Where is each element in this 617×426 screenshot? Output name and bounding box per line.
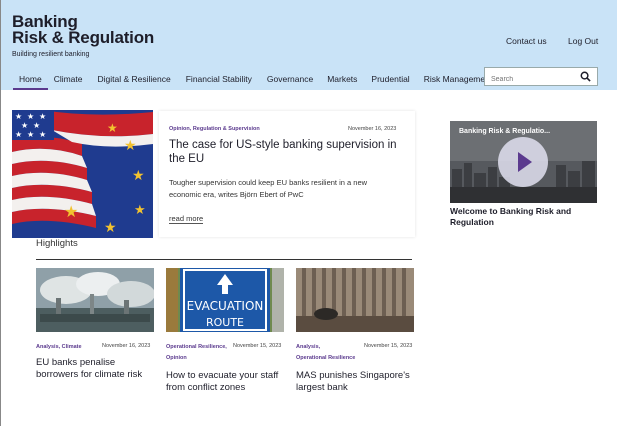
highlight-card-title[interactable]: EU banks penalise borrowers for climate … [36, 357, 160, 381]
nav-item-markets[interactable]: Markets [319, 70, 363, 90]
nav-item-financial-stability[interactable]: Financial Stability [177, 70, 258, 90]
site-header: Banking Risk & Regulation Building resil… [0, 0, 617, 90]
nav-item-digital-resilience[interactable]: Digital & Resilience [89, 70, 177, 90]
highlight-card-image[interactable] [36, 268, 154, 332]
svg-text:★: ★ [33, 121, 40, 130]
log-out-link[interactable]: Log Out [568, 36, 598, 46]
highlight-card[interactable]: EVACUATION ROUTE [166, 268, 284, 332]
industrial-smokestacks-image [36, 268, 154, 332]
highlight-card-category-2[interactable]: Operational Resilience [296, 355, 355, 361]
highlight-card-title[interactable]: MAS punishes Singapore's largest bank [296, 370, 420, 394]
highlight-card-image[interactable]: EVACUATION ROUTE [166, 268, 284, 332]
evacuation-route-sign-image: EVACUATION ROUTE [166, 268, 284, 332]
nav-item-governance[interactable]: Governance [258, 70, 319, 90]
read-more-link[interactable]: read more [169, 214, 204, 224]
svg-text:★: ★ [132, 168, 145, 184]
svg-text:ROUTE: ROUTE [206, 316, 244, 329]
svg-text:★: ★ [27, 130, 34, 139]
featured-article-title[interactable]: The case for US-style banking supervisio… [169, 138, 399, 166]
highlight-card-image[interactable] [296, 268, 414, 332]
highlight-card-date: November 16, 2023 [102, 343, 151, 349]
svg-text:★: ★ [64, 202, 78, 221]
svg-text:★: ★ [134, 203, 146, 218]
highlight-card-date: November 15, 2023 [364, 343, 413, 349]
page-left-border [0, 90, 1, 426]
svg-text:EVACUATION: EVACUATION [187, 299, 264, 313]
svg-text:★: ★ [107, 121, 118, 135]
contact-us-link[interactable]: Contact us [506, 36, 547, 46]
highlight-card-category[interactable]: Analysis, [296, 344, 320, 350]
us-eu-flags-image: ★ ★ ★ ★ ★ ★ ★ ★ ★ ★ ★ ★ ★ ★ [12, 110, 153, 238]
video-caption[interactable]: Welcome to Banking Risk and Regulation [450, 206, 600, 228]
main-nav: Home Climate Digital & Resilience Financ… [13, 70, 498, 90]
highlight-card[interactable] [296, 268, 414, 332]
featured-article-category[interactable]: Opinion, Regulation & Supervision [169, 126, 260, 132]
logo-line-2: Risk & Regulation [12, 28, 155, 47]
highlights-heading: Highlights [36, 238, 78, 249]
highlight-card-category[interactable]: Operational Resilience, [166, 344, 227, 350]
site-logo[interactable]: Banking Risk & Regulation [12, 13, 155, 47]
svg-text:★: ★ [27, 112, 34, 121]
highlight-card-title[interactable]: How to evacuate your staff from conflict… [166, 370, 290, 394]
highlights-divider [36, 259, 412, 260]
highlight-card[interactable] [36, 268, 154, 332]
svg-text:★: ★ [104, 220, 117, 236]
svg-text:★: ★ [39, 112, 46, 121]
nav-item-prudential[interactable]: Prudential [363, 70, 415, 90]
featured-article-description: Tougher supervision could keep EU banks … [169, 178, 368, 199]
search-icon[interactable] [580, 71, 591, 82]
play-icon[interactable] [498, 137, 548, 187]
video-overlay-title: Banking Risk & Regulatio... [459, 128, 551, 135]
svg-text:★: ★ [15, 130, 22, 139]
mas-building-image [296, 268, 414, 332]
highlight-card-category-2[interactable]: Opinion [166, 355, 187, 361]
svg-text:★: ★ [15, 112, 22, 121]
search-box [484, 67, 598, 88]
svg-text:★: ★ [124, 138, 137, 154]
featured-article-card: Opinion, Regulation & Supervision Novemb… [159, 111, 415, 237]
featured-article-image[interactable]: ★ ★ ★ ★ ★ ★ ★ ★ ★ ★ ★ ★ ★ ★ [12, 110, 153, 238]
svg-text:★: ★ [39, 130, 46, 139]
featured-article-date: November 16, 2023 [348, 126, 397, 132]
site-tagline: Building resilient banking [12, 51, 90, 58]
search-input[interactable] [485, 71, 575, 88]
nav-item-home[interactable]: Home [13, 70, 48, 90]
svg-text:★: ★ [21, 121, 28, 130]
nav-item-climate[interactable]: Climate [48, 70, 89, 90]
highlight-card-date: November 15, 2023 [233, 343, 282, 349]
highlight-card-category[interactable]: Analysis, Climate [36, 344, 82, 350]
